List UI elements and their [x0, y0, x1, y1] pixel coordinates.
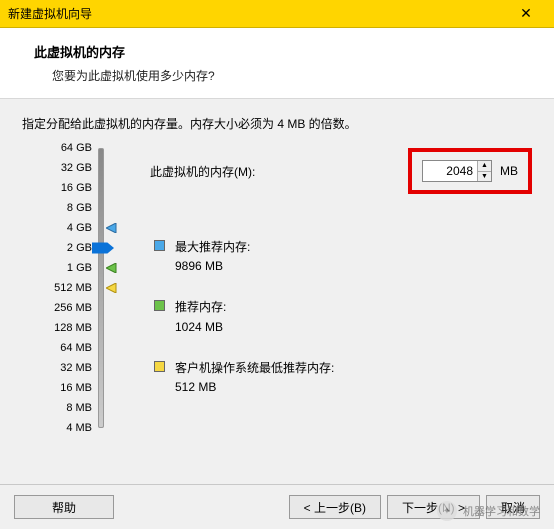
slider-tick: 128 MB [32, 322, 92, 334]
slider-tick: 64 GB [32, 142, 92, 154]
memory-slider[interactable]: 64 GB32 GB16 GB8 GB4 GB2 GB1 GB512 MB256… [22, 148, 122, 448]
button-bar: 帮助 < 上一步(B) 下一步(N) > 取消 [0, 484, 554, 529]
slider-tick: 16 MB [32, 382, 92, 394]
legend-rec: 推荐内存: 1024 MB [154, 298, 532, 336]
legend-max-label: 最大推荐内存: [175, 238, 250, 257]
spinner-up-icon[interactable]: ▲ [478, 161, 491, 172]
back-button[interactable]: < 上一步(B) [289, 495, 381, 519]
memory-label: 此虚拟机的内存(M): [150, 163, 408, 180]
slider-tick: 4 MB [32, 422, 92, 434]
slider-tick: 32 MB [32, 362, 92, 374]
slider-tick: 16 GB [32, 182, 92, 194]
slider-tick: 1 GB [32, 262, 92, 274]
marker-max [106, 223, 118, 233]
legend-min: 客户机操作系统最低推荐内存: 512 MB [154, 359, 532, 397]
legend-color-blue [154, 240, 165, 251]
header-title: 此虚拟机的内存 [34, 42, 532, 61]
legend-max: 最大推荐内存: 9896 MB [154, 238, 532, 276]
legend-min-label: 客户机操作系统最低推荐内存: [175, 359, 334, 378]
legend-color-green [154, 300, 165, 311]
slider-track[interactable] [98, 148, 104, 428]
close-icon[interactable]: ✕ [506, 5, 546, 22]
marker-min [106, 283, 118, 293]
cancel-button[interactable]: 取消 [486, 495, 540, 519]
slider-thumb[interactable] [92, 243, 114, 254]
description-text: 指定分配给此虚拟机的内存量。内存大小必须为 4 MB 的倍数。 [22, 115, 532, 132]
memory-input[interactable] [423, 161, 477, 181]
spinner-down-icon[interactable]: ▼ [478, 172, 491, 182]
slider-tick: 256 MB [32, 302, 92, 314]
slider-tick: 8 MB [32, 402, 92, 414]
legend-min-value: 512 MB [175, 378, 334, 397]
slider-tick: 2 GB [32, 242, 92, 254]
legend-rec-label: 推荐内存: [175, 298, 226, 317]
slider-tick: 32 GB [32, 162, 92, 174]
legend-max-value: 9896 MB [175, 257, 250, 276]
slider-tick: 512 MB [32, 282, 92, 294]
legend-rec-value: 1024 MB [175, 318, 226, 337]
titlebar: 新建虚拟机向导 ✕ [0, 0, 554, 28]
slider-tick: 4 GB [32, 222, 92, 234]
memory-unit: MB [500, 164, 518, 178]
window-title: 新建虚拟机向导 [8, 5, 92, 22]
next-button[interactable]: 下一步(N) > [387, 495, 480, 519]
memory-highlight-box: ▲ ▼ MB [408, 148, 532, 194]
memory-spinner[interactable]: ▲ ▼ [422, 160, 492, 182]
slider-tick: 8 GB [32, 202, 92, 214]
help-button[interactable]: 帮助 [14, 495, 114, 519]
wizard-header: 此虚拟机的内存 您要为此虚拟机使用多少内存? [0, 28, 554, 99]
header-subtitle: 您要为此虚拟机使用多少内存? [34, 67, 532, 84]
marker-rec [106, 263, 118, 273]
content-area: 指定分配给此虚拟机的内存量。内存大小必须为 4 MB 的倍数。 64 GB 32 … [0, 99, 554, 458]
legend-color-yellow [154, 361, 165, 372]
slider-tick: 64 MB [32, 342, 92, 354]
